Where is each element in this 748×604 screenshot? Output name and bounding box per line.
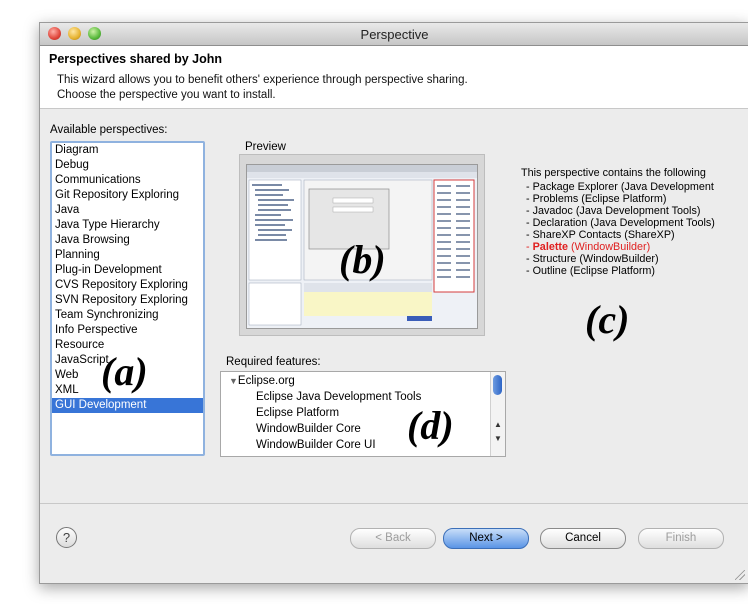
annotation-b: (b) — [339, 237, 386, 282]
contents-list-item: - Structure (WindowBuilder) — [526, 253, 659, 265]
contents-list-item: - Package Explorer (Java Development — [526, 181, 714, 193]
contents-intro: This perspective contains the following — [521, 167, 706, 179]
preview-label: Preview — [245, 141, 286, 153]
next-button[interactable]: Next > — [443, 528, 529, 549]
back-button[interactable]: < Back — [350, 528, 436, 549]
perspective-list-item[interactable]: CVS Repository Exploring — [52, 278, 203, 293]
view-source: (Eclipse Platform) — [569, 265, 656, 277]
perspective-list-item[interactable]: Java — [52, 203, 203, 218]
perspective-list-item[interactable]: Plug-in Development — [52, 263, 203, 278]
features-scrollbar[interactable]: ▲ ▼ — [490, 372, 505, 456]
perspective-list-item[interactable]: GUI Development — [52, 398, 203, 413]
perspective-list-item[interactable]: SVN Repository Exploring — [52, 293, 203, 308]
perspective-list-item[interactable]: Info Perspective — [52, 323, 203, 338]
annotation-a: (a) — [101, 349, 148, 394]
window-title: Perspective — [360, 27, 429, 42]
arrow-up-icon[interactable]: ▲ — [491, 420, 505, 429]
perspectives-list[interactable]: Diagram Debug Communications Git Repository… — [50, 141, 205, 456]
triangle-down-icon[interactable]: ▼ — [229, 376, 238, 386]
perspective-list-item[interactable]: Communications — [52, 173, 203, 188]
arrow-down-icon[interactable]: ▼ — [491, 434, 505, 443]
view-name: Javadoc — [532, 205, 573, 217]
annotation-c: (c) — [585, 297, 630, 342]
contents-list-item: - Outline (Eclipse Platform) — [526, 265, 655, 277]
button-bar-separator — [40, 503, 748, 504]
perspective-window: Perspective Perspectives shared by John … — [39, 22, 748, 584]
bullet-dash: - — [526, 205, 533, 217]
wizard-header: Perspectives shared by John This wizard … — [40, 46, 748, 109]
wizard-description-line-1: This wizard allows you to benefit others… — [57, 74, 468, 86]
bullet-dash: - — [526, 265, 533, 277]
perspective-list-item[interactable]: Java Browsing — [52, 233, 203, 248]
required-features-label: Required features: — [226, 356, 321, 368]
feature-group-eclipse-org[interactable]: ▼Eclipse.org — [229, 375, 295, 387]
view-source: (Java Development Tools) — [575, 205, 701, 217]
perspective-list-item[interactable]: Git Repository Exploring — [52, 188, 203, 203]
contents-list-item: - ShareXP Contacts (ShareXP) — [526, 229, 675, 241]
title-bar: Perspective — [40, 23, 748, 46]
resize-grip-icon[interactable] — [735, 570, 745, 580]
view-name: Problems — [532, 193, 579, 205]
annotation-d: (d) — [407, 403, 454, 448]
contents-list-item: - Declaration (Java Development Tools) — [526, 217, 715, 229]
contents-list-item: - Palette (WindowBuilder) — [526, 241, 650, 253]
perspective-list-item[interactable]: Diagram — [52, 143, 203, 158]
wizard-description-line-2: Choose the perspective you want to insta… — [57, 89, 276, 101]
view-source: (ShareXP) — [624, 229, 675, 241]
view-name: Palette — [532, 241, 569, 253]
required-features-tree[interactable]: ▼Eclipse.org Eclipse Java Development To… — [220, 371, 506, 457]
view-name: Structure — [532, 253, 577, 265]
bullet-dash: - — [526, 217, 533, 229]
wizard-title: Perspectives shared by John — [49, 52, 222, 66]
perspective-list-item[interactable]: Team Synchronizing — [52, 308, 203, 323]
view-source: (Java Development Tools) — [590, 217, 715, 229]
feature-item[interactable]: Eclipse Platform — [256, 407, 339, 419]
view-source: (WindowBuilder) — [571, 241, 651, 253]
bullet-dash: - — [526, 229, 533, 241]
available-perspectives-label: Available perspectives: — [50, 124, 168, 136]
scrollbar-thumb[interactable] — [493, 375, 502, 395]
perspective-list-item[interactable]: Java Type Hierarchy — [52, 218, 203, 233]
view-name: Declaration — [532, 217, 588, 229]
help-icon[interactable]: ? — [56, 527, 77, 548]
view-name: ShareXP Contacts — [532, 229, 622, 241]
feature-item[interactable]: Eclipse Java Development Tools — [256, 391, 421, 403]
perspective-list-item[interactable]: Debug — [52, 158, 203, 173]
feature-item[interactable]: WindowBuilder Core UI — [256, 439, 376, 451]
contents-list-item: - Javadoc (Java Development Tools) — [526, 205, 700, 217]
view-name: Outline — [532, 265, 567, 277]
bullet-dash: - — [526, 181, 533, 193]
feature-item[interactable]: WindowBuilder Core — [256, 423, 361, 435]
bullet-dash: - — [526, 193, 533, 205]
cancel-button[interactable]: Cancel — [540, 528, 626, 549]
view-source: (Eclipse Platform) — [581, 193, 667, 205]
view-name: Package Explorer — [532, 181, 618, 193]
contents-list-item: - Problems (Eclipse Platform) — [526, 193, 666, 205]
perspective-list-item[interactable]: Planning — [52, 248, 203, 263]
finish-button[interactable]: Finish — [638, 528, 724, 549]
view-source: (Java Development — [620, 181, 714, 193]
bullet-dash: - — [526, 253, 533, 265]
view-source: (WindowBuilder) — [579, 253, 659, 265]
bullet-dash: - — [526, 241, 533, 253]
